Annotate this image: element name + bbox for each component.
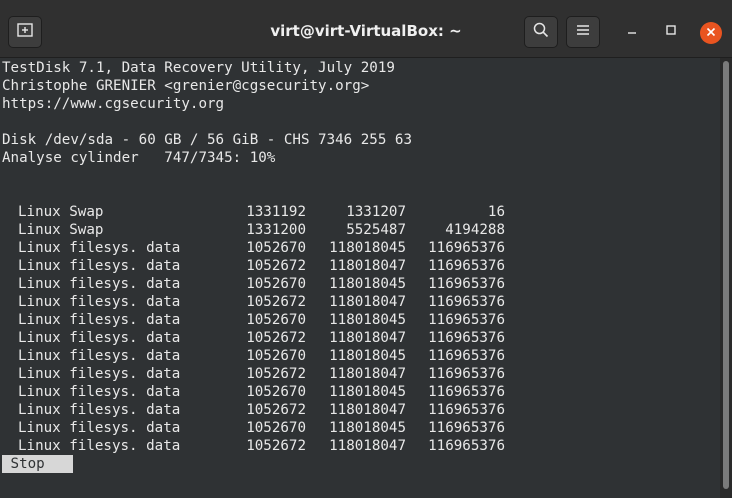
partition-row: Linux filesys. data 1052672 118018047 11696… [0,437,720,455]
menu-button[interactable] [566,16,600,48]
partition-end: 118018045 [329,420,406,436]
partition-start: 1052670 [246,348,306,364]
partition-end: 118018047 [329,402,406,418]
partition-type: Linux Swap [18,204,104,220]
partition-end: 5525487 [346,222,406,238]
partition-row: Linux filesys. data 1052670 118018045 11696… [0,347,720,365]
partition-size: 116965376 [428,420,505,436]
partition-start: 1052672 [246,402,306,418]
scrollbar-thumb[interactable] [723,61,729,489]
partition-end: 118018045 [329,384,406,400]
partition-type: Linux filesys. data [18,348,181,364]
partition-type: Linux filesys. data [18,276,181,292]
minimize-icon [626,23,638,41]
new-tab-button[interactable] [8,16,42,48]
partition-type: Linux filesys. data [18,240,181,256]
window-title: virt@virt-VirtualBox: ~ [270,22,462,40]
partition-start: 1052672 [246,438,306,454]
close-icon [706,24,716,42]
partition-start: 1052670 [246,240,306,256]
title-bar: virt@virt-VirtualBox: ~ [0,0,732,58]
partition-start: 1052670 [246,420,306,436]
partition-size: 4194288 [445,222,505,238]
partition-size: 16 [487,204,505,220]
terminal-window: virt@virt-VirtualBox: ~ TestDisk 7.1, Da… [0,0,732,498]
partition-row: Linux filesys. data 1052670 118018045 11696… [0,383,720,401]
partition-start: 1052670 [246,384,306,400]
new-tab-icon [17,22,33,42]
partition-end: 118018047 [329,294,406,310]
partition-start: 1052670 [246,312,306,328]
partition-type: Linux filesys. data [18,402,181,418]
partition-end: 118018047 [329,366,406,382]
partition-type: Linux filesys. data [18,312,181,328]
partition-type: Linux filesys. data [18,438,181,454]
disk-info-line: Disk /dev/sda - 60 GB / 56 GiB - CHS 734… [2,132,412,148]
partition-end: 118018045 [329,240,406,256]
partition-row: Linux filesys. data 1052672 118018047 11696… [0,401,720,419]
analyse-progress-line: Analyse cylinder 747/7345: 10% [2,150,276,166]
stop-button[interactable]: Stop [2,455,73,473]
header-line: Christophe GRENIER <grenier@cgsecurity.o… [2,78,370,94]
partition-size: 116965376 [428,402,505,418]
partition-size: 116965376 [428,348,505,364]
partition-size: 116965376 [428,240,505,256]
partition-end: 118018045 [329,276,406,292]
maximize-icon [665,23,677,41]
partition-row: Linux Swap 1331200 5525487 4194288 [0,221,720,239]
partition-type: Linux filesys. data [18,330,181,346]
partition-start: 1052672 [246,258,306,274]
partition-start: 1052670 [246,276,306,292]
partition-row: Linux Swap 1331192 1331207 16 [0,203,720,221]
partition-row: Linux filesys. data 1052672 118018047 11696… [0,257,720,275]
partition-size: 116965376 [428,366,505,382]
partition-type: Linux Swap [18,222,104,238]
partition-end: 118018045 [329,312,406,328]
partition-row: Linux filesys. data 1052670 118018045 11696… [0,311,720,329]
partition-row: Linux filesys. data 1052672 118018047 11696… [0,329,720,347]
partition-type: Linux filesys. data [18,420,181,436]
hamburger-menu-icon [576,23,590,41]
maximize-button[interactable] [661,22,681,42]
header-line: https://www.cgsecurity.org [2,96,225,112]
partition-end: 118018045 [329,348,406,364]
scrollbar[interactable] [720,58,732,498]
partition-size: 116965376 [428,312,505,328]
partition-type: Linux filesys. data [18,294,181,310]
terminal-output[interactable]: TestDisk 7.1, Data Recovery Utility, Jul… [0,58,720,498]
search-button[interactable] [524,16,558,48]
partition-size: 116965376 [428,330,505,346]
minimize-button[interactable] [622,22,642,42]
partition-type: Linux filesys. data [18,366,181,382]
partition-type: Linux filesys. data [18,384,181,400]
partition-size: 116965376 [428,438,505,454]
partition-size: 116965376 [428,294,505,310]
partition-row: Linux filesys. data 1052670 118018045 11696… [0,275,720,293]
close-button[interactable] [700,22,722,44]
partition-type: Linux filesys. data [18,258,181,274]
partition-row: Linux filesys. data 1052672 118018047 11696… [0,293,720,311]
partition-start: 1052672 [246,294,306,310]
partition-end: 118018047 [329,438,406,454]
partition-size: 116965376 [428,276,505,292]
partition-size: 116965376 [428,384,505,400]
partition-end: 118018047 [329,330,406,346]
partition-start: 1052672 [246,366,306,382]
partition-row: Linux filesys. data 1052670 118018045 11696… [0,419,720,437]
partition-start: 1331200 [246,222,306,238]
partition-start: 1052672 [246,330,306,346]
partition-end: 118018047 [329,258,406,274]
partition-start: 1331192 [246,204,306,220]
partition-end: 1331207 [346,204,406,220]
header-line: TestDisk 7.1, Data Recovery Utility, Jul… [2,60,395,76]
partition-row: Linux filesys. data 1052670 118018045 11696… [0,239,720,257]
partition-size: 116965376 [428,258,505,274]
search-icon [533,22,549,43]
partition-row: Linux filesys. data 1052672 118018047 11696… [0,365,720,383]
